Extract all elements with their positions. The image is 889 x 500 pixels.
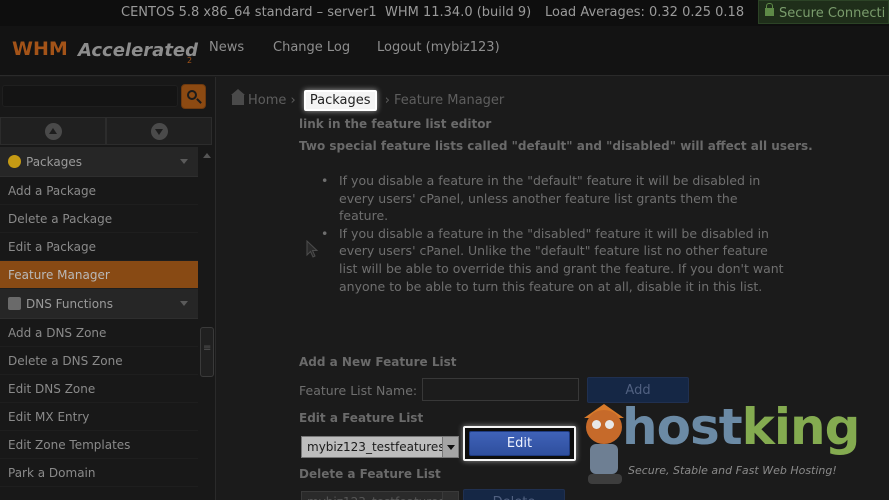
sidebar-item-edit-dns-zone[interactable]: Edit DNS Zone xyxy=(0,375,198,403)
sidebar-scrollbar[interactable] xyxy=(199,149,215,500)
delete-select-value: mybiz123_testfeatures xyxy=(307,495,445,500)
scroll-up-icon[interactable] xyxy=(203,153,211,158)
arrow-up-icon xyxy=(45,123,62,140)
section-packages[interactable]: Packages xyxy=(0,147,198,177)
lock-icon xyxy=(765,3,774,16)
sidebar-item-edit-zone-templates[interactable]: Edit Zone Templates xyxy=(0,431,198,459)
section-dns-functions[interactable]: DNS Functions xyxy=(0,289,198,319)
whm-logo[interactable]: WHM Accelerated 2 xyxy=(12,36,198,66)
hostking-mascot-icon xyxy=(580,404,628,490)
sidebar-search xyxy=(0,77,216,117)
list-item: If you disable a feature in the "disable… xyxy=(317,225,787,295)
chevron-down-icon[interactable] xyxy=(442,437,458,457)
add-feature-list-title: Add a New Feature List xyxy=(299,355,457,369)
sidebar-item-delete-package[interactable]: Delete a Package xyxy=(0,205,198,233)
clipped-text: link in the feature list editor xyxy=(299,117,492,131)
arrow-down-icon xyxy=(151,123,168,140)
delete-feature-list-select[interactable]: mybiz123_testfeatures xyxy=(301,491,459,500)
breadcrumb-packages[interactable]: Packages xyxy=(303,90,377,111)
logo-sup: 2 xyxy=(187,56,193,65)
chevron-down-icon xyxy=(180,159,188,164)
sidebar-search-input[interactable] xyxy=(2,85,178,107)
delete-feature-list-title: Delete a Feature List xyxy=(299,467,441,481)
edit-button-highlight: Edit xyxy=(463,426,576,461)
breadcrumb-home[interactable]: Home xyxy=(248,93,286,108)
search-button[interactable] xyxy=(181,84,206,109)
hostking-watermark: hostking Secure, Stable and Fast Web Hos… xyxy=(578,398,889,500)
header: WHM Accelerated 2 News Change Log Logout… xyxy=(0,26,889,76)
packages-icon xyxy=(8,155,21,168)
hostking-logo: hostking xyxy=(622,398,860,456)
sidebar-item-park-domain[interactable]: Park a Domain xyxy=(0,459,198,487)
home-icon xyxy=(231,89,245,105)
sidebar-item-add-dns-zone[interactable]: Add a DNS Zone xyxy=(0,319,198,347)
load-averages: Load Averages: 0.32 0.25 0.18 xyxy=(545,5,745,20)
collapse-all-button[interactable] xyxy=(106,117,212,145)
delete-button[interactable]: Delete xyxy=(463,489,565,500)
sidebar-item-edit-mx-entry[interactable]: Edit MX Entry xyxy=(0,403,198,431)
feature-notes-list: If you disable a feature in the "default… xyxy=(317,172,787,295)
sidebar: Packages Add a Package Delete a Package … xyxy=(0,77,216,500)
sidebar-item-edit-package[interactable]: Edit a Package xyxy=(0,233,198,261)
breadcrumb-current: Feature Manager xyxy=(394,93,505,108)
nav-logout[interactable]: Logout (mybiz123) xyxy=(377,40,500,55)
section-dns-label: DNS Functions xyxy=(26,297,113,311)
nav-change-log[interactable]: Change Log xyxy=(273,40,350,55)
list-item: If you disable a feature in the "default… xyxy=(317,172,787,225)
logo-accelerated: Accelerated xyxy=(78,40,199,61)
expand-all-button[interactable] xyxy=(0,117,106,145)
scrollbar-thumb[interactable] xyxy=(200,327,214,377)
nav-news[interactable]: News xyxy=(209,40,244,55)
logo-whm: WHM xyxy=(12,38,68,60)
secure-connection-label: Secure Connecti xyxy=(779,6,886,21)
section-packages-label: Packages xyxy=(26,155,82,169)
chevron-down-icon[interactable] xyxy=(442,492,458,500)
edit-feature-list-title: Edit a Feature List xyxy=(299,411,424,425)
feature-list-name-input[interactable] xyxy=(422,378,579,401)
edit-button[interactable]: Edit xyxy=(469,431,570,456)
hostking-tagline: Secure, Stable and Fast Web Hosting! xyxy=(628,464,837,477)
dns-icon xyxy=(8,297,21,310)
server-info: CENTOS 5.8 x86_64 standard – server1 xyxy=(121,5,377,20)
sidebar-item-add-package[interactable]: Add a Package xyxy=(0,177,198,205)
secure-connection-indicator[interactable]: Secure Connecti xyxy=(758,0,889,24)
sidebar-menu: Packages Add a Package Delete a Package … xyxy=(0,147,198,487)
sidebar-item-feature-manager[interactable]: Feature Manager xyxy=(0,261,198,289)
breadcrumb: Home › Packages › Feature Manager xyxy=(231,89,505,112)
chevron-down-icon xyxy=(180,301,188,306)
special-lists-note: Two special feature lists called "defaul… xyxy=(299,139,813,153)
edit-feature-list-select[interactable]: mybiz123_testfeatures xyxy=(301,436,459,458)
sidebar-item-delete-dns-zone[interactable]: Delete a DNS Zone xyxy=(0,347,198,375)
status-bar: CENTOS 5.8 x86_64 standard – server1 WHM… xyxy=(0,0,889,26)
edit-select-value: mybiz123_testfeatures xyxy=(307,440,445,454)
whm-version: WHM 11.34.0 (build 9) xyxy=(385,5,532,20)
feature-list-name-label: Feature List Name: xyxy=(299,383,418,398)
